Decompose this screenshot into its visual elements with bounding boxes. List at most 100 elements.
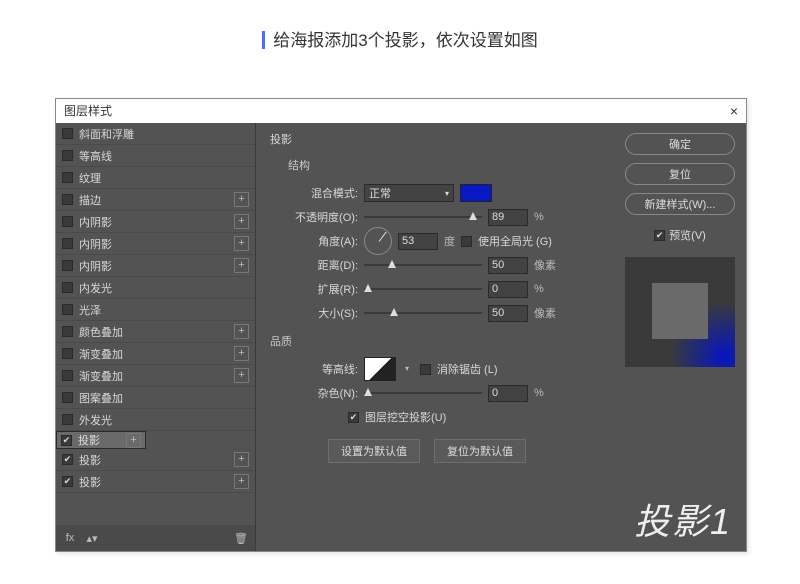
effect-row[interactable]: 渐变叠加+	[56, 365, 255, 387]
effect-checkbox[interactable]	[62, 150, 73, 161]
size-row: 大小(S): 50 像素	[288, 301, 600, 325]
plus-icon[interactable]: +	[234, 324, 249, 339]
plus-icon[interactable]: +	[234, 368, 249, 383]
effect-label: 内发光	[79, 280, 249, 296]
effect-label: 渐变叠加	[79, 368, 234, 384]
plus-icon[interactable]: +	[234, 346, 249, 361]
effect-row[interactable]: 投影+	[56, 431, 146, 449]
opacity-row: 不透明度(O): 89 %	[288, 205, 600, 229]
opacity-input[interactable]: 89	[488, 209, 528, 226]
close-icon[interactable]: ×	[730, 99, 738, 123]
effect-row[interactable]: 内发光	[56, 277, 255, 299]
effect-row[interactable]: 斜面和浮雕	[56, 123, 255, 145]
effect-label: 斜面和浮雕	[79, 126, 249, 142]
effect-checkbox[interactable]	[61, 435, 72, 446]
trash-icon[interactable]: 🗑	[233, 530, 249, 546]
action-panel: 确定 复位 新建样式(W)... 预览(V)	[614, 123, 746, 551]
contour-row: 等高线: ▾ 消除锯齿 (L)	[288, 357, 600, 381]
effect-row[interactable]: 内阴影+	[56, 233, 255, 255]
effect-checkbox[interactable]	[62, 282, 73, 293]
blend-mode-select[interactable]: 正常▾	[364, 184, 454, 202]
effect-label: 光泽	[79, 302, 249, 318]
size-input[interactable]: 50	[488, 305, 528, 322]
effect-row[interactable]: 内阴影+	[56, 211, 255, 233]
angle-dial[interactable]	[364, 227, 392, 255]
effect-checkbox[interactable]	[62, 194, 73, 205]
shadow-color-swatch[interactable]	[460, 184, 492, 202]
effect-label: 描边	[79, 192, 234, 208]
opacity-slider[interactable]	[364, 210, 482, 224]
spread-input[interactable]: 0	[488, 281, 528, 298]
effect-label: 外发光	[79, 412, 249, 428]
effect-row[interactable]: 纹理	[56, 167, 255, 189]
effect-label: 内阴影	[79, 214, 234, 230]
effect-checkbox[interactable]	[62, 172, 73, 183]
plus-icon[interactable]: +	[234, 452, 249, 467]
knockout-checkbox[interactable]	[348, 412, 359, 423]
plus-icon[interactable]: +	[234, 192, 249, 207]
effect-checkbox[interactable]	[62, 454, 73, 465]
effect-heading: 投影	[270, 131, 600, 147]
effect-checkbox[interactable]	[62, 370, 73, 381]
effect-label: 颜色叠加	[79, 324, 234, 340]
distance-slider[interactable]	[364, 258, 482, 272]
reset-default-button[interactable]: 复位为默认值	[434, 439, 526, 463]
noise-slider[interactable]	[364, 386, 482, 400]
effect-row[interactable]: 图案叠加	[56, 387, 255, 409]
effect-checkbox[interactable]	[62, 128, 73, 139]
angle-input[interactable]: 53	[398, 233, 438, 250]
effect-label: 投影	[78, 432, 126, 448]
preview-checkbox[interactable]	[654, 230, 665, 241]
effect-label: 渐变叠加	[79, 346, 234, 362]
effect-row[interactable]: 等高线	[56, 145, 255, 167]
noise-input[interactable]: 0	[488, 385, 528, 402]
effect-row[interactable]: 内阴影+	[56, 255, 255, 277]
effect-label: 图案叠加	[79, 390, 249, 406]
effect-checkbox[interactable]	[62, 348, 73, 359]
plus-icon[interactable]: +	[234, 258, 249, 273]
knockout-row: 图层挖空投影(U)	[348, 405, 600, 429]
effect-checkbox[interactable]	[62, 326, 73, 337]
spread-slider[interactable]	[364, 282, 482, 296]
up-down-icon[interactable]: ▴▾	[84, 530, 100, 546]
overlay-label: 投影1	[634, 493, 732, 545]
set-default-button[interactable]: 设置为默认值	[328, 439, 420, 463]
cancel-button[interactable]: 复位	[625, 163, 735, 185]
settings-panel: 投影 结构 混合模式: 正常▾ 不透明度(O): 89 % 角度(A):	[256, 123, 614, 551]
fx-menu-icon[interactable]: fx	[62, 530, 78, 546]
effect-checkbox[interactable]	[62, 476, 73, 487]
spread-row: 扩展(R): 0 %	[288, 277, 600, 301]
effect-row[interactable]: 外发光	[56, 409, 255, 431]
plus-icon[interactable]: +	[234, 214, 249, 229]
plus-icon[interactable]: +	[234, 474, 249, 489]
distance-row: 距离(D): 50 像素	[288, 253, 600, 277]
new-style-button[interactable]: 新建样式(W)...	[625, 193, 735, 215]
plus-icon[interactable]: +	[126, 433, 141, 448]
distance-input[interactable]: 50	[488, 257, 528, 274]
structure-group-label: 结构	[288, 157, 600, 173]
effect-row[interactable]: 光泽	[56, 299, 255, 321]
page-caption: 给海报添加3个投影，依次设置如图	[0, 26, 800, 51]
effect-checkbox[interactable]	[62, 414, 73, 425]
contour-picker[interactable]: ▾	[364, 357, 396, 381]
effects-toolbar: fx ▴▾ 🗑	[56, 525, 255, 551]
antialias-checkbox[interactable]	[420, 364, 431, 375]
ok-button[interactable]: 确定	[625, 133, 735, 155]
global-light-checkbox[interactable]	[461, 236, 472, 247]
effect-checkbox[interactable]	[62, 238, 73, 249]
quality-group-label: 品质	[270, 333, 600, 349]
effect-checkbox[interactable]	[62, 392, 73, 403]
effect-row[interactable]: 描边+	[56, 189, 255, 211]
effect-checkbox[interactable]	[62, 216, 73, 227]
effect-checkbox[interactable]	[62, 260, 73, 271]
effect-row[interactable]: 渐变叠加+	[56, 343, 255, 365]
effects-list: 斜面和浮雕等高线纹理描边+内阴影+内阴影+内阴影+内发光光泽颜色叠加+渐变叠加+…	[56, 123, 255, 525]
effect-row[interactable]: 投影+	[56, 471, 255, 493]
size-slider[interactable]	[364, 306, 482, 320]
plus-icon[interactable]: +	[234, 236, 249, 251]
effect-row[interactable]: 颜色叠加+	[56, 321, 255, 343]
noise-row: 杂色(N): 0 %	[288, 381, 600, 405]
effect-label: 投影	[79, 452, 234, 468]
effect-row[interactable]: 投影+	[56, 449, 255, 471]
effect-checkbox[interactable]	[62, 304, 73, 315]
